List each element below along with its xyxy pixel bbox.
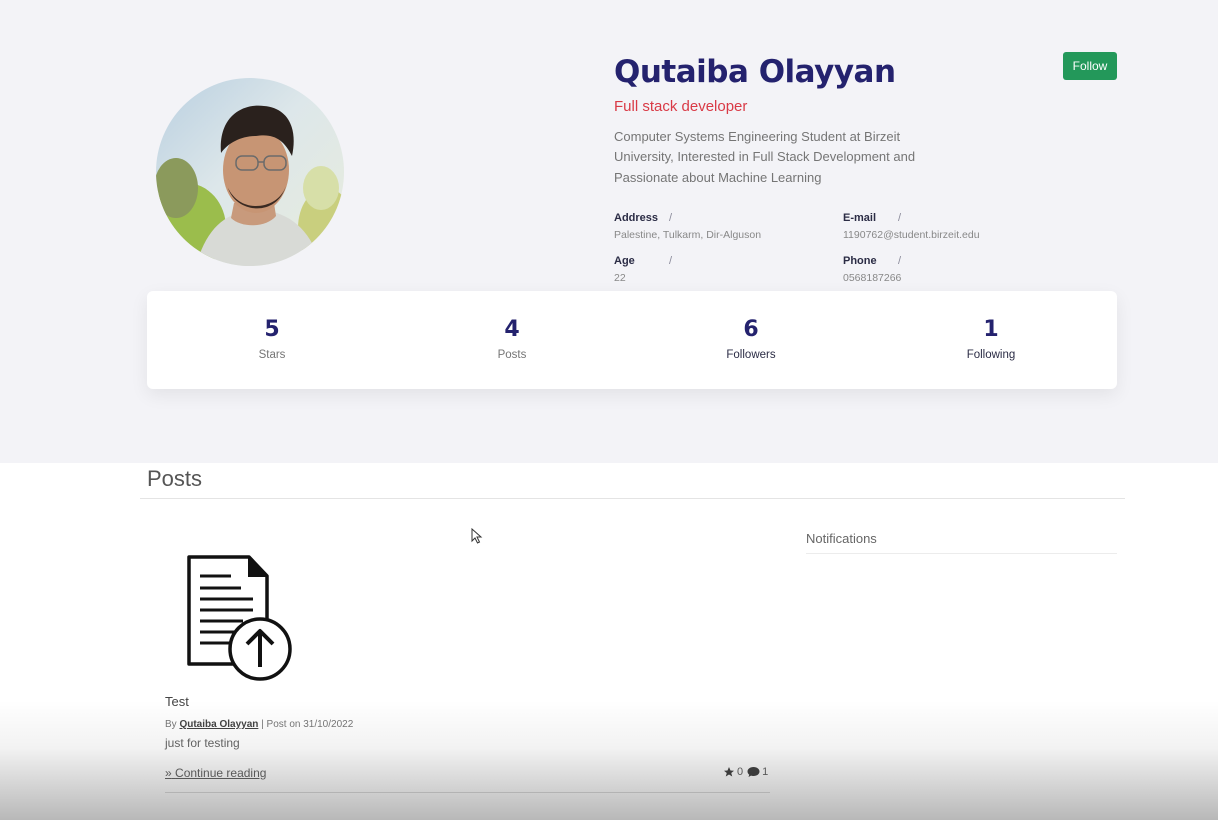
info-address-label: Address: [614, 212, 659, 224]
info-separator: /: [898, 255, 902, 267]
post-stats: 0 1: [723, 766, 768, 778]
stat-followers-label[interactable]: Followers: [691, 349, 811, 361]
info-separator: /: [669, 255, 673, 267]
stat-stars-value: 5: [264, 317, 280, 342]
info-age-value: 22: [614, 272, 626, 284]
info-separator: /: [898, 212, 902, 224]
profile-name: Qutaiba Olayyan: [614, 54, 896, 90]
stat-followers[interactable]: 6 Followers: [691, 317, 811, 361]
bottom-shadow-overlay: [0, 700, 1218, 820]
mouse-cursor-icon: [471, 528, 483, 544]
stat-following-label[interactable]: Following: [931, 349, 1051, 361]
stat-posts-label: Posts: [497, 349, 527, 361]
info-phone: Phone / 0568187266: [843, 255, 1043, 284]
post-excerpt: just for testing: [165, 736, 240, 750]
star-icon: [724, 767, 734, 777]
post-date: | Post on 31/10/2022: [261, 719, 354, 730]
post-star-count: 0: [737, 766, 744, 778]
stat-following-value: 1: [983, 317, 999, 342]
post-by-prefix: By: [165, 719, 177, 730]
stat-following[interactable]: 1 Following: [931, 317, 1051, 361]
comment-icon: [747, 767, 760, 777]
continue-reading-label: Continue reading: [175, 766, 267, 780]
avatar: [156, 78, 344, 266]
divider: [806, 553, 1117, 554]
info-address: Address / Palestine, Tulkarm, Dir-Alguso…: [614, 212, 814, 241]
document-upload-icon[interactable]: [185, 552, 295, 684]
post-author-link[interactable]: Qutaiba Olayyan: [179, 719, 258, 730]
profile-role: Full stack developer: [614, 98, 748, 115]
info-phone-label: Phone: [843, 255, 877, 267]
stat-stars-label: Stars: [258, 349, 286, 361]
continue-reading-link[interactable]: » Continue reading: [165, 766, 266, 780]
info-email-label: E-mail: [843, 212, 877, 224]
follow-button[interactable]: Follow: [1063, 52, 1117, 80]
divider: [165, 792, 770, 793]
stats-card: 5 Stars 4 Posts 6 Followers 1 Following: [147, 291, 1117, 389]
profile-bio: Computer Systems Engineering Student at …: [614, 129, 916, 185]
info-age-label: Age: [614, 255, 635, 267]
double-chevron-right-icon: »: [165, 766, 172, 780]
info-phone-value: 0568187266: [843, 272, 902, 284]
info-email: E-mail / 1190762@student.birzeit.edu: [843, 212, 1043, 241]
notifications-heading: Notifications: [806, 531, 877, 546]
info-address-value: Palestine, Tulkarm, Dir-Alguson: [614, 229, 762, 241]
posts-heading: Posts: [147, 466, 203, 491]
stat-stars: 5 Stars: [212, 317, 332, 361]
post-comment-count: 1: [762, 766, 769, 778]
post-title[interactable]: Test: [165, 694, 189, 709]
info-age: Age / 22: [614, 255, 814, 284]
divider: [140, 498, 1125, 499]
post-meta: By Qutaiba Olayyan | Post on 31/10/2022: [165, 719, 353, 730]
stat-posts-value: 4: [504, 317, 520, 342]
info-email-value: 1190762@student.birzeit.edu: [843, 229, 980, 241]
info-separator: /: [669, 212, 673, 224]
stat-followers-value: 6: [743, 317, 759, 342]
stat-posts: 4 Posts: [452, 317, 572, 361]
